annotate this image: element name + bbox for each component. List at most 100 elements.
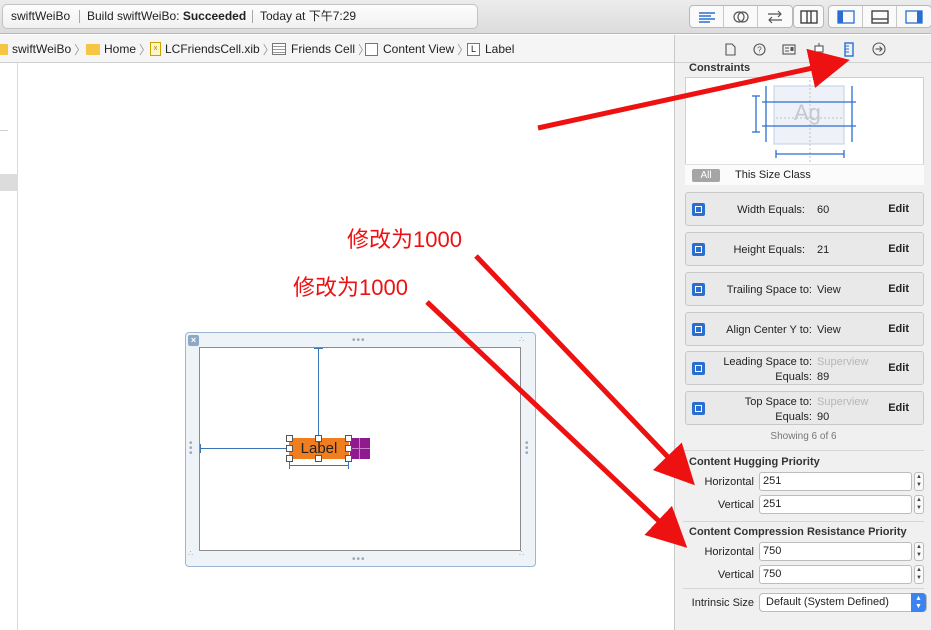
width-constraint[interactable]	[289, 465, 349, 466]
panels-button[interactable]	[794, 6, 823, 27]
width-constraint-cap	[348, 462, 349, 469]
toggle-utilities-button[interactable]	[897, 6, 931, 27]
status-separator	[79, 10, 80, 23]
constraint-value: 21	[817, 244, 830, 256]
top-constraint-cap	[314, 348, 323, 349]
resize-handle[interactable]	[345, 445, 352, 452]
edit-button[interactable]: Edit	[888, 243, 909, 255]
tab-connections[interactable]	[872, 42, 886, 56]
compression-vertical-label: Vertical	[717, 569, 754, 581]
resize-handle[interactable]	[286, 445, 293, 452]
compression-vertical-stepper[interactable]: ▲ ▼	[914, 565, 924, 584]
chevron-right-icon: 〉	[74, 42, 87, 57]
resize-handle[interactable]	[345, 455, 352, 462]
assistant-editor-button[interactable]	[724, 6, 758, 27]
hugging-vertical-label: Vertical	[717, 499, 754, 511]
outline-strip[interactable]	[0, 63, 18, 630]
resize-handle[interactable]	[286, 435, 293, 442]
resize-dots-icon[interactable]: •••	[189, 439, 195, 459]
breadcrumb-item-project[interactable]: swiftWeiBo 〉	[0, 35, 86, 63]
edit-button[interactable]: Edit	[888, 362, 909, 374]
resize-handle[interactable]	[345, 435, 352, 442]
corner-dots-icon: ∴	[188, 549, 195, 558]
hugging-priority-title: Content Hugging Priority	[689, 456, 820, 468]
section-divider	[683, 521, 924, 522]
leading-constraint-cap	[200, 444, 201, 453]
hugging-horizontal-stepper[interactable]: ▲ ▼	[914, 472, 924, 491]
constraint-value: 60	[817, 204, 830, 216]
constraint-row-width[interactable]: Width Equals: 60 Edit	[685, 192, 924, 226]
all-size-classes-button[interactable]: All	[692, 169, 720, 182]
tab-attributes[interactable]	[812, 42, 826, 56]
edit-button[interactable]: Edit	[888, 203, 909, 215]
tab-quick-help[interactable]: ?	[752, 42, 766, 56]
align-lines-icon	[698, 11, 715, 23]
constraint-row-leading[interactable]: Leading Space to: Superview Equals: 89 E…	[685, 351, 924, 385]
slider-icon	[814, 43, 824, 55]
intrinsic-size-value: Default (System Defined)	[766, 596, 889, 608]
resize-dots-icon[interactable]: •••	[352, 555, 366, 565]
edit-button[interactable]: Edit	[888, 402, 909, 414]
toggle-debug-button[interactable]	[863, 6, 897, 27]
tab-identity[interactable]	[782, 42, 796, 56]
edit-button[interactable]: Edit	[888, 323, 909, 335]
folder-icon	[0, 43, 8, 55]
outline-selection[interactable]	[0, 174, 18, 191]
constraint-value: View	[817, 324, 841, 336]
constraint-key: Width Equals:	[737, 204, 805, 216]
compression-vertical-field[interactable]: 750	[759, 565, 912, 584]
breadcrumb-label: Label	[485, 42, 515, 56]
svg-text:?: ?	[757, 45, 762, 54]
status-time: Today at 下午7:29	[260, 9, 357, 23]
constraint-key: Equals:	[775, 411, 812, 423]
resize-dots-icon[interactable]: •••	[525, 439, 531, 459]
breadcrumb-item-label[interactable]: L Label	[467, 35, 514, 63]
compression-horizontal-field[interactable]: 750	[759, 542, 912, 561]
resize-handle[interactable]	[286, 455, 293, 462]
resize-handle[interactable]	[315, 435, 322, 442]
resize-handle[interactable]	[315, 455, 322, 462]
label-icon: L	[467, 42, 480, 56]
leading-constraint-icon	[692, 362, 705, 375]
hugging-vertical-field[interactable]: 251	[759, 495, 912, 514]
top-constraint-icon	[692, 402, 705, 415]
xib-file-icon: x	[150, 42, 161, 56]
status-project: swiftWeiBo	[11, 9, 71, 23]
breadcrumb-item-home[interactable]: Home 〉	[86, 35, 151, 63]
breadcrumb-item-content-view[interactable]: Content View 〉	[365, 35, 469, 63]
venn-circles-icon	[732, 10, 749, 23]
constraint-row-height[interactable]: Height Equals: 21 Edit	[685, 232, 924, 266]
version-editor-button[interactable]	[758, 6, 792, 27]
build-prefix: Build swiftWeiBo:	[87, 9, 183, 23]
compression-priority-title: Content Compression Resistance Priority	[689, 526, 907, 538]
leading-space-constraint[interactable]	[200, 448, 289, 449]
build-status: Succeeded	[182, 9, 247, 23]
toggle-navigator-button[interactable]	[829, 6, 863, 27]
constraint-row-center-y[interactable]: Align Center Y to: View Edit	[685, 312, 924, 346]
breadcrumb-item-xib[interactable]: x LCFriendsCell.xib 〉	[150, 35, 275, 63]
constraint-key: Trailing Space to:	[726, 284, 812, 296]
editor-mode-group	[689, 5, 793, 28]
top-space-constraint[interactable]	[318, 348, 319, 438]
tab-file[interactable]	[723, 42, 737, 56]
constraint-row-trailing[interactable]: Trailing Space to: View Edit	[685, 272, 924, 306]
compression-horizontal-stepper[interactable]: ▲ ▼	[914, 542, 924, 561]
hugging-vertical-stepper[interactable]: ▲ ▼	[914, 495, 924, 514]
corner-dots-icon: ∴	[519, 549, 526, 558]
close-icon[interactable]: ×	[188, 335, 199, 346]
constraint-row-top[interactable]: Top Space to: Superview Equals: 90 Edit	[685, 391, 924, 425]
resize-dots-icon[interactable]: •••	[352, 336, 366, 346]
hugging-horizontal-field[interactable]: 251	[759, 472, 912, 491]
split-panels-icon	[799, 9, 818, 24]
this-size-class-button[interactable]: This Size Class	[735, 169, 811, 181]
width-constraint-cap	[289, 462, 290, 469]
breadcrumb-label: LCFriendsCell.xib	[165, 42, 260, 56]
intrinsic-size-select[interactable]: Default (System Defined) ▲ ▼	[759, 593, 927, 612]
edit-button[interactable]: Edit	[888, 283, 909, 295]
breadcrumb-label: Content View	[383, 42, 455, 56]
tab-size[interactable]	[842, 41, 856, 57]
breadcrumb-item-friends-cell[interactable]: Friends Cell〉	[272, 35, 370, 63]
standard-editor-button[interactable]	[690, 6, 724, 27]
showing-count: Showing 6 of 6	[770, 431, 837, 442]
trailing-view-marker[interactable]	[350, 438, 370, 459]
